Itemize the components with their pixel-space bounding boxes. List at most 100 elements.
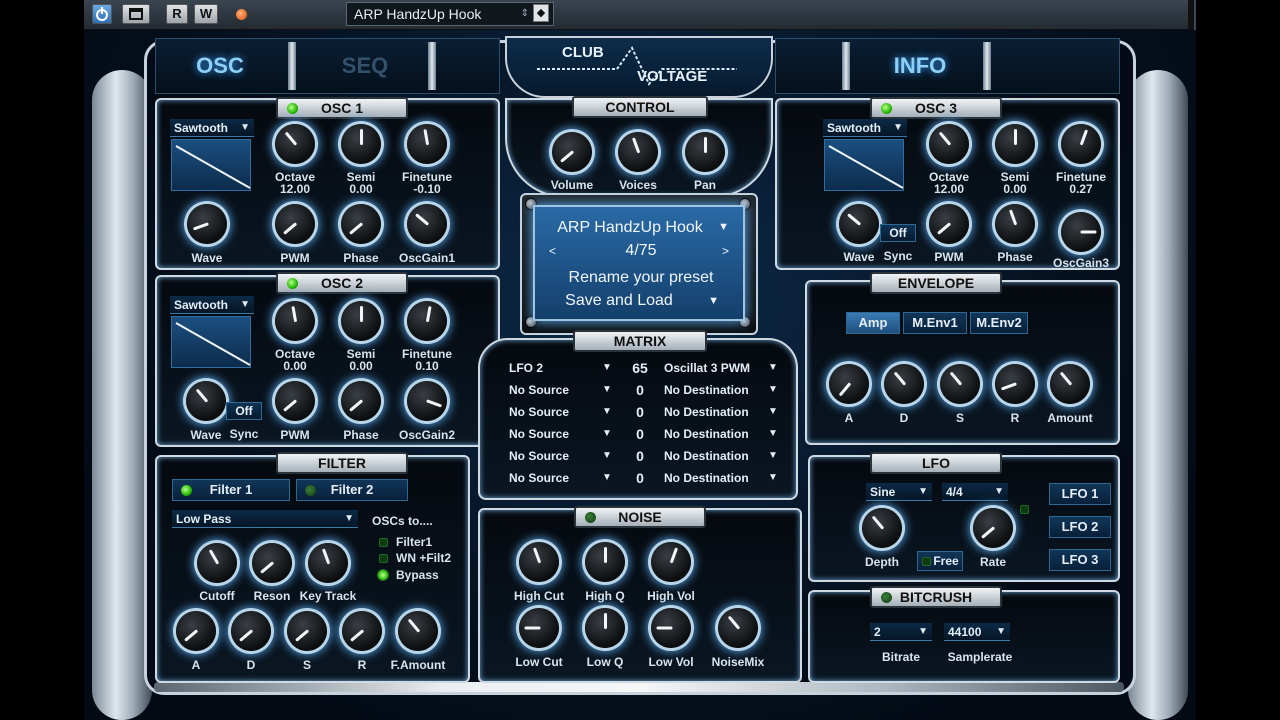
env-sustain-knob[interactable] xyxy=(940,364,980,404)
volume-knob[interactable] xyxy=(552,132,592,172)
lfo2-button[interactable]: LFO 2 xyxy=(1049,516,1111,538)
window-icon[interactable] xyxy=(122,4,150,24)
matrix-destination[interactable]: No Destination xyxy=(664,427,749,441)
matrix-destination[interactable]: No Destination xyxy=(664,405,749,419)
osc2-sync-toggle[interactable]: Off xyxy=(226,402,262,420)
matrix-destination[interactable]: No Destination xyxy=(664,449,749,463)
filter-decay-knob[interactable] xyxy=(231,611,271,651)
lfo3-button[interactable]: LFO 3 xyxy=(1049,549,1111,571)
filter-type-dropdown[interactable]: Low Pass ▼ xyxy=(172,510,358,528)
voices-knob[interactable] xyxy=(618,132,658,172)
bitcrush-header[interactable]: BITCRUSH xyxy=(870,586,1002,608)
lowq-knob[interactable] xyxy=(585,608,625,648)
power-icon[interactable] xyxy=(92,4,112,24)
matrix-amount[interactable]: 65 xyxy=(630,360,650,376)
filter1-button[interactable]: Filter 1 xyxy=(172,479,290,501)
env-decay-knob[interactable] xyxy=(884,364,924,404)
osc3-finetune-knob[interactable] xyxy=(1061,124,1101,164)
noise-led[interactable] xyxy=(585,512,596,523)
record-icon[interactable] xyxy=(236,9,247,20)
display-menu-chevron-icon[interactable]: ▼ xyxy=(718,221,729,233)
matrix-source[interactable]: LFO 2 xyxy=(509,361,543,375)
lfo-division-dropdown[interactable]: 4/4 ▼ xyxy=(942,483,1008,501)
osc3-pwm-knob[interactable] xyxy=(929,204,969,244)
osc1-pwm-knob[interactable] xyxy=(275,204,315,244)
osc1-octave-knob[interactable] xyxy=(275,124,315,164)
read-automation-button[interactable]: R xyxy=(166,4,188,24)
noise-header[interactable]: NOISE xyxy=(574,506,706,528)
route-wn-filt2-led[interactable] xyxy=(379,554,388,563)
env-tab-menv2[interactable]: M.Env2 xyxy=(970,312,1028,334)
lfo-rate-knob[interactable] xyxy=(973,508,1013,548)
osc2-wave-knob[interactable] xyxy=(186,381,226,421)
osc3-waveform-dropdown[interactable]: Sawtooth ▼ xyxy=(823,119,907,137)
reson-knob[interactable] xyxy=(252,543,292,583)
osc2-finetune-knob[interactable] xyxy=(407,301,447,341)
host-preset-selector[interactable]: ARP HandzUp Hook ⇕ ◆ xyxy=(346,2,554,26)
osc2-waveform-dropdown[interactable]: Sawtooth ▼ xyxy=(170,296,254,314)
lfo-sync-led[interactable] xyxy=(1020,505,1029,514)
matrix-source[interactable]: No Source xyxy=(509,405,569,419)
highq-knob[interactable] xyxy=(585,542,625,582)
lowcut-knob[interactable] xyxy=(519,608,559,648)
osc3-sync-toggle[interactable]: Off xyxy=(880,224,916,242)
osc2-header[interactable]: OSC 2 xyxy=(276,272,408,294)
filter2-button[interactable]: Filter 2 xyxy=(296,479,408,501)
osc2-semi-knob[interactable] xyxy=(341,301,381,341)
osc1-wave-knob[interactable] xyxy=(187,204,227,244)
lfo-shape-dropdown[interactable]: Sine ▼ xyxy=(866,483,932,501)
matrix-source[interactable]: No Source xyxy=(509,427,569,441)
tab-info[interactable]: INFO xyxy=(870,38,970,94)
matrix-source[interactable]: No Source xyxy=(509,449,569,463)
matrix-destination[interactable]: Oscillat 3 PWM xyxy=(664,361,750,375)
matrix-amount[interactable]: 0 xyxy=(630,448,650,464)
lfo1-button[interactable]: LFO 1 xyxy=(1049,483,1111,505)
save-load-button[interactable]: Save and Load xyxy=(535,292,703,310)
pan-knob[interactable] xyxy=(685,132,725,172)
matrix-amount[interactable]: 0 xyxy=(630,470,650,486)
cutoff-knob[interactable] xyxy=(197,543,237,583)
osc2-led[interactable] xyxy=(287,278,298,289)
osc3-gain-knob[interactable] xyxy=(1061,212,1101,252)
env-tab-menv1[interactable]: M.Env1 xyxy=(903,312,967,334)
osc3-semi-knob[interactable] xyxy=(995,124,1035,164)
matrix-amount[interactable]: 0 xyxy=(630,404,650,420)
osc2-octave-knob[interactable] xyxy=(275,301,315,341)
osc3-header[interactable]: OSC 3 xyxy=(870,97,1002,119)
filter-attack-knob[interactable] xyxy=(176,611,216,651)
osc1-semi-knob[interactable] xyxy=(341,124,381,164)
noisemix-knob[interactable] xyxy=(718,608,758,648)
matrix-amount[interactable]: 0 xyxy=(630,382,650,398)
next-preset-button[interactable]: > xyxy=(722,244,729,258)
matrix-source[interactable]: No Source xyxy=(509,471,569,485)
osc1-header[interactable]: OSC 1 xyxy=(276,97,408,119)
matrix-destination[interactable]: No Destination xyxy=(664,471,749,485)
env-attack-knob[interactable] xyxy=(829,364,869,404)
osc1-waveform-dropdown[interactable]: Sawtooth ▼ xyxy=(170,119,254,137)
lfo-depth-knob[interactable] xyxy=(862,508,902,548)
osc1-finetune-knob[interactable] xyxy=(407,124,447,164)
osc3-phase-knob[interactable] xyxy=(995,204,1035,244)
osc3-wave-knob[interactable] xyxy=(839,204,879,244)
route-bypass-led[interactable] xyxy=(377,569,389,581)
route-filter1-led[interactable] xyxy=(379,538,388,547)
filter-sustain-knob[interactable] xyxy=(287,611,327,651)
write-automation-button[interactable]: W xyxy=(194,4,218,24)
spinner-icon[interactable]: ⇕ xyxy=(521,3,529,25)
env-tab-amp[interactable]: Amp xyxy=(846,312,900,334)
osc1-gain-knob[interactable] xyxy=(407,204,447,244)
osc2-pwm-knob[interactable] xyxy=(275,381,315,421)
keytrack-knob[interactable] xyxy=(308,543,348,583)
osc2-gain-knob[interactable] xyxy=(407,381,447,421)
osc2-phase-knob[interactable] xyxy=(341,381,381,421)
bitrate-dropdown[interactable]: 2 ▼ xyxy=(870,623,932,641)
rename-preset-button[interactable]: Rename your preset xyxy=(535,269,747,287)
bitcrush-led[interactable] xyxy=(881,592,892,603)
env-release-knob[interactable] xyxy=(995,364,1035,404)
lfo-free-button[interactable]: Free xyxy=(917,551,963,571)
highcut-knob[interactable] xyxy=(519,542,559,582)
matrix-destination[interactable]: No Destination xyxy=(664,383,749,397)
highvol-knob[interactable] xyxy=(651,542,691,582)
matrix-source[interactable]: No Source xyxy=(509,383,569,397)
filter-amount-knob[interactable] xyxy=(398,611,438,651)
